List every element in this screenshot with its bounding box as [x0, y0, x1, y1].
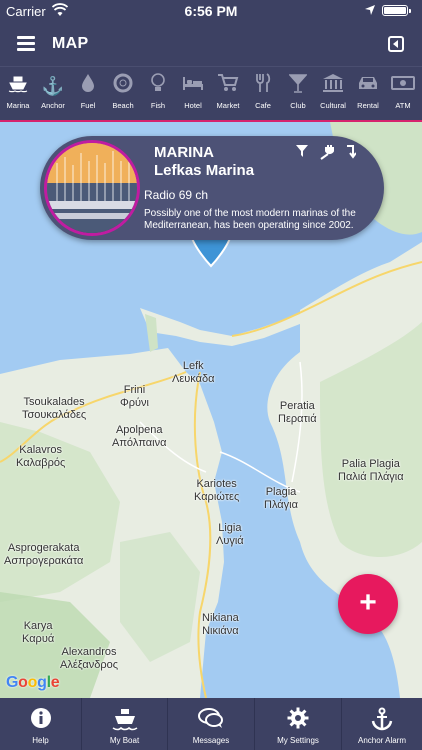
category-rental[interactable]: Rental — [350, 73, 386, 110]
anchor-alarm-icon — [342, 698, 422, 732]
clock: 6:56 PM — [184, 3, 238, 19]
category-atm[interactable]: ATM — [385, 73, 421, 110]
place-palia-plagia: Palia Plagia Παλιά Πλάγια — [338, 458, 404, 483]
tab-help[interactable]: Help — [0, 698, 81, 750]
category-marina[interactable]: Marina — [0, 73, 38, 123]
cart-icon — [210, 73, 246, 99]
cocktail-icon — [280, 73, 316, 99]
marina-photo — [44, 140, 140, 236]
plug-icon[interactable] — [318, 144, 334, 160]
add-button[interactable]: + — [338, 574, 398, 634]
tab-my-boat[interactable]: My Boat — [81, 698, 167, 750]
fuel-drop-icon — [70, 73, 106, 99]
category-bar: Marina ⚓ Anchor Fuel Beach Fish Hotel Ma… — [0, 66, 422, 123]
marina-name: Lefkas Marina — [154, 162, 255, 179]
museum-icon — [315, 73, 351, 99]
category-fuel[interactable]: Fuel — [70, 73, 106, 110]
place-tsoukalades: Tsoukalades Τσουκαλάδες — [22, 396, 87, 421]
anchor-icon: ⚓ — [41, 76, 65, 96]
place-karya: Karya Καρυά — [22, 620, 55, 645]
category-hotel[interactable]: Hotel — [175, 73, 211, 110]
tab-messages[interactable]: Messages — [167, 698, 254, 750]
bed-icon — [175, 73, 211, 99]
boat-icon — [82, 698, 167, 732]
place-apolpena: Apolpena Απόλπαινα — [112, 424, 167, 449]
location-arrow-icon — [365, 5, 375, 15]
category-fish[interactable]: Fish — [140, 73, 176, 110]
exit-icon[interactable] — [388, 36, 404, 52]
info-icon — [0, 698, 81, 732]
google-logo: Google — [6, 674, 60, 691]
category-club[interactable]: Club — [280, 73, 316, 110]
place-lefkada: Lefk Λευκάδα — [172, 360, 215, 385]
bottom-tab-bar: Help My Boat Messages My Settings Anchor… — [0, 698, 422, 750]
gear-icon — [255, 698, 341, 732]
cash-icon — [385, 73, 421, 99]
place-ligia: Ligia Λυγιά — [216, 522, 244, 547]
category-cafe[interactable]: Cafe — [245, 73, 281, 110]
status-bar: Carrier 6:56 PM — [0, 0, 422, 22]
place-asprogerakata: Asprogerakata Ασπρογερακάτα — [4, 542, 84, 567]
category-anchor[interactable]: ⚓ Anchor — [35, 73, 71, 110]
place-plagia: Plagia Πλάγια — [264, 486, 298, 511]
place-frini: Frini Φρύνι — [120, 384, 149, 409]
car-icon — [350, 73, 386, 99]
battery-icon — [382, 5, 411, 16]
filter-icon[interactable] — [294, 144, 310, 160]
marina-type: MARINA — [154, 144, 214, 161]
category-beach[interactable]: Beach — [105, 73, 141, 110]
place-kalavros: Kalavros Καλαβρός — [16, 444, 66, 469]
page-title: MAP — [52, 35, 89, 52]
place-nikiana: Nikiana Νικιάνα — [202, 612, 239, 637]
cutlery-icon — [245, 73, 281, 99]
ship-icon — [0, 73, 36, 99]
chat-icon — [168, 698, 254, 732]
place-kariotes: Kariotes Καριώτες — [194, 478, 240, 503]
category-cultural[interactable]: Cultural — [315, 73, 351, 110]
app-header: MAP — [0, 22, 422, 66]
sort-icon[interactable] — [342, 144, 358, 160]
lightbulb-icon — [140, 73, 176, 99]
hamburger-menu-icon[interactable] — [17, 36, 35, 51]
tab-my-settings[interactable]: My Settings — [254, 698, 341, 750]
tab-anchor-alarm[interactable]: Anchor Alarm — [341, 698, 422, 750]
lifebuoy-icon — [105, 73, 141, 99]
marina-info-card[interactable]: MARINA Lefkas Marina Radio 69 ch Possibl… — [40, 136, 384, 240]
place-peratia: Peratia Περατιά — [278, 400, 317, 425]
marina-description: Possibly one of the most modern marinas … — [144, 208, 356, 231]
category-market[interactable]: Market — [210, 73, 246, 110]
place-alexandros: Alexandros Αλέξανδρος — [60, 646, 119, 671]
marina-radio: Radio 69 ch — [144, 188, 209, 202]
